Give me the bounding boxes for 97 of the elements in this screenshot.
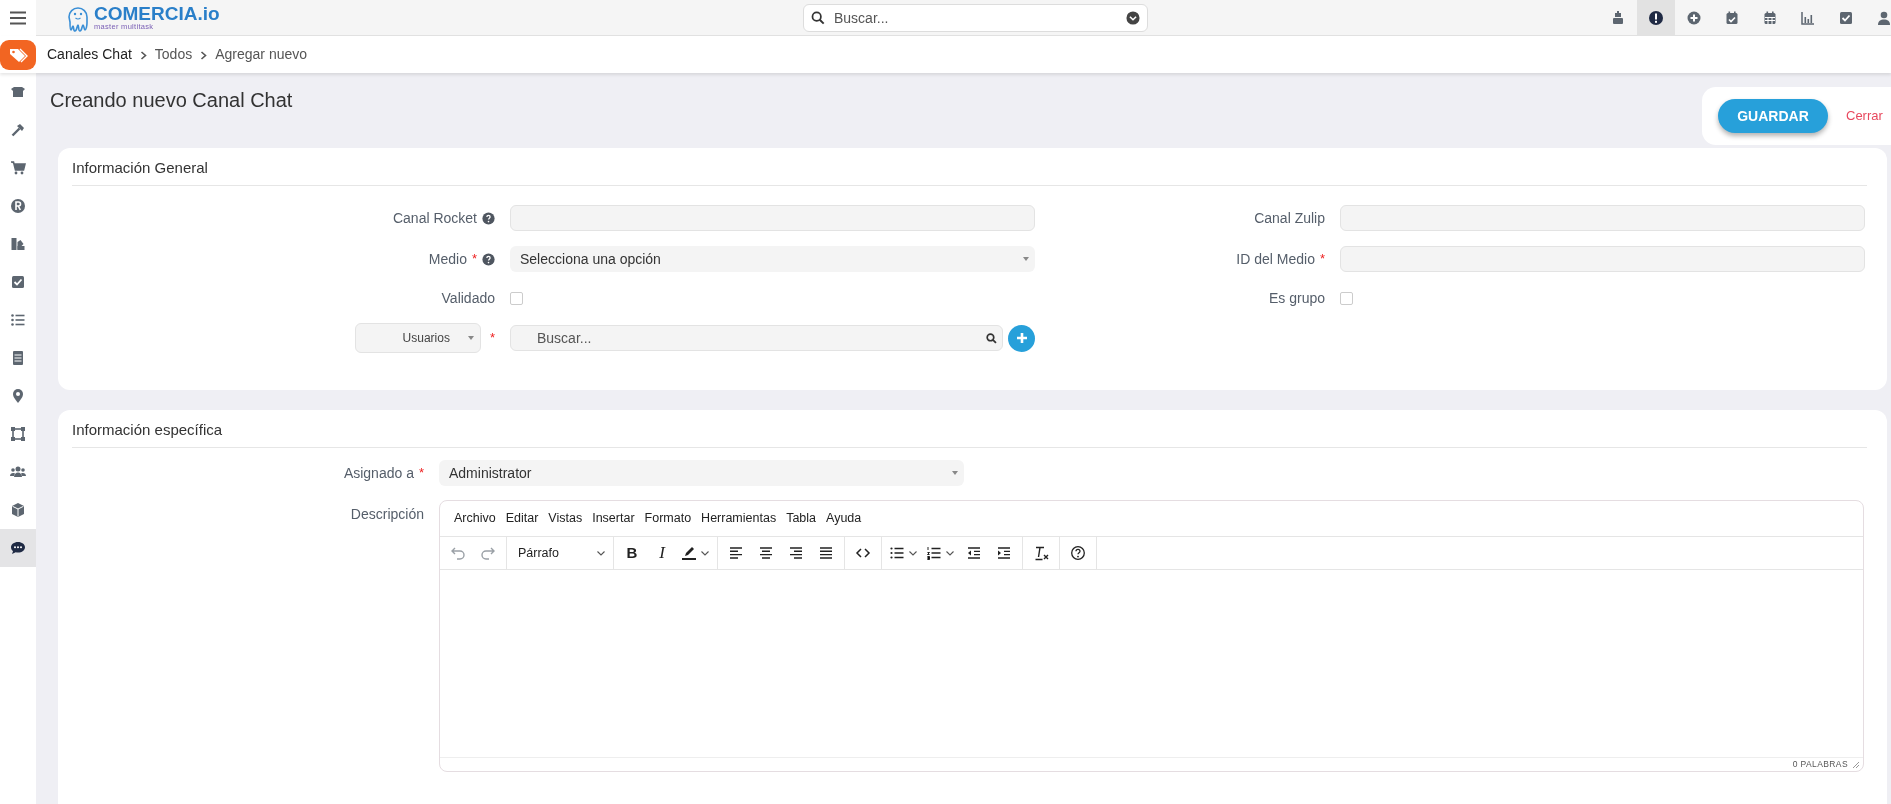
numbered-list-icon (926, 545, 942, 561)
field-label: Es grupo (1268, 288, 1325, 308)
required-mark: * (471, 250, 477, 269)
help-icon (482, 211, 495, 225)
text-field[interactable] (1340, 246, 1865, 272)
menu-button[interactable] (0, 0, 36, 36)
caret-icon (467, 335, 474, 341)
entity-select[interactable]: Usuarios (354, 323, 481, 353)
align-center-icon (758, 545, 774, 561)
calendar-check-icon (1724, 9, 1740, 26)
check-square-icon (1838, 9, 1854, 26)
marker-icon (681, 545, 697, 561)
calendar-icon (1762, 9, 1778, 26)
toolbar-button[interactable] (1637, 0, 1675, 36)
hammer-icon (10, 122, 26, 138)
resize-handle-icon (1852, 760, 1860, 769)
help-icon (1070, 545, 1086, 561)
caret-icon (952, 470, 958, 476)
field-label: Descripción (350, 505, 424, 524)
breadcrumb-link[interactable]: Todos (154, 44, 193, 65)
menu-item[interactable]: Tabla (781, 509, 822, 528)
search-icon (986, 333, 997, 345)
text-field[interactable] (510, 205, 1035, 231)
justify-icon (818, 545, 834, 561)
section-title: Información específica (72, 421, 1867, 448)
checkbox[interactable] (1340, 291, 1353, 305)
cabinet-icon (10, 350, 26, 366)
page-title: Creando nuevo Canal Chat (50, 88, 293, 113)
swatch-icon (10, 236, 26, 252)
undo-icon (450, 545, 466, 561)
chevron-icon (139, 50, 147, 60)
alert-icon (1648, 9, 1664, 26)
caret-icon (1023, 256, 1029, 262)
menu-item[interactable]: Archivo (449, 509, 501, 528)
box-icon (10, 84, 26, 100)
field-label: Asignado a (343, 463, 414, 483)
menu-item[interactable]: Insertar (587, 509, 640, 528)
menu-item[interactable]: Herramientas (696, 509, 782, 528)
sidebar-button[interactable] (0, 529, 36, 567)
checkbox[interactable] (510, 291, 523, 305)
caret-icon (700, 548, 710, 558)
menu-item[interactable]: Editar (500, 509, 544, 528)
user-icon (1876, 9, 1891, 26)
field-label: Canal Rocket (392, 208, 477, 228)
caret-icon (908, 548, 918, 558)
field-label: Canal Zulip (1254, 208, 1325, 228)
plus-circle-icon (1686, 9, 1702, 26)
italic-button[interactable]: I (647, 540, 677, 566)
block-format-dropdown[interactable]: Párrafo (510, 540, 610, 566)
bold-button[interactable]: B (617, 540, 647, 566)
registered-icon (10, 198, 26, 214)
caret-icon (596, 548, 606, 558)
menu-item[interactable]: Formato (639, 509, 697, 528)
map-pin-icon (10, 388, 26, 404)
word-count: 0 PALABRAS (1792, 758, 1848, 771)
search-icon (811, 11, 825, 26)
bullet-list-icon (889, 545, 905, 561)
align-left-icon (728, 545, 744, 561)
menu-icon (9, 9, 27, 26)
field-label: ID del Medio (1236, 249, 1315, 269)
close-link[interactable]: Cerrar (1846, 106, 1883, 126)
users-icon (10, 464, 26, 480)
cube-icon (10, 502, 26, 518)
lookup-field[interactable]: Buscar... (510, 325, 1003, 351)
search-field[interactable]: Buscar... (803, 3, 1148, 32)
text-field[interactable] (1340, 205, 1865, 231)
register-icon (1610, 9, 1626, 26)
select-field[interactable]: Selecciona una opción (510, 246, 1035, 272)
breadcrumb-link[interactable]: Agregar nuevo (215, 44, 308, 65)
square-nodes-icon (10, 426, 26, 442)
caret-icon (945, 548, 955, 558)
section-title: Información General (72, 159, 1867, 186)
field-label: Validado (441, 288, 495, 308)
chat-icon (10, 540, 26, 556)
redo-icon (480, 545, 496, 561)
dropdown-icon (1126, 11, 1140, 26)
indent-icon (996, 545, 1012, 561)
add-button[interactable] (1008, 324, 1035, 352)
align-right-icon (788, 545, 804, 561)
chevron-icon (200, 50, 208, 60)
select-field[interactable]: Administrator (439, 460, 964, 486)
check-square-icon (10, 274, 26, 290)
outdent-icon (966, 545, 982, 561)
bar-chart-icon (1800, 9, 1816, 26)
help-icon (482, 252, 495, 266)
menu-item[interactable]: Ayuda (821, 509, 867, 528)
required-mark: * (489, 329, 495, 348)
list-icon (10, 312, 26, 328)
plus-icon (1014, 331, 1029, 345)
cart-icon (10, 160, 26, 176)
required-mark: * (418, 464, 424, 483)
menu-item[interactable]: Vistas (543, 509, 588, 528)
clear-format-icon (1033, 545, 1049, 561)
logo-text: COMERCIA.io (94, 4, 220, 24)
breadcrumb-link[interactable]: Canales Chat (47, 44, 132, 65)
required-mark: * (1319, 250, 1325, 269)
field-label: Medio (428, 249, 467, 269)
